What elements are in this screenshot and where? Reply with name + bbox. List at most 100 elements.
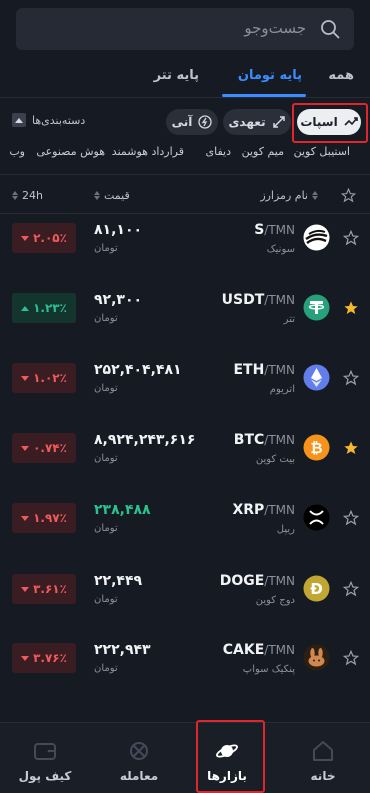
price-unit: تومان bbox=[94, 594, 118, 605]
category-stablecoin[interactable]: استیبل کوین bbox=[294, 145, 350, 158]
star-outline-icon[interactable] bbox=[342, 509, 360, 526]
nav-markets[interactable]: بازارها bbox=[192, 723, 262, 793]
ethereum-logo bbox=[303, 364, 330, 391]
pair-base: S bbox=[254, 222, 265, 238]
nav-trade[interactable]: معامله bbox=[104, 723, 174, 793]
sort-icon bbox=[94, 191, 100, 200]
change-value: ۲.۰۵٪ bbox=[33, 231, 67, 245]
price-unit: تومان bbox=[94, 383, 118, 394]
star-filled-icon[interactable] bbox=[343, 300, 359, 316]
change-value: ۱.۰۲٪ bbox=[33, 371, 67, 385]
trade-icon bbox=[130, 742, 148, 760]
change-badge: ۳.۷۶٪ bbox=[12, 643, 76, 673]
lightning-icon bbox=[198, 115, 213, 129]
pair-symbol: CAKE/TMN bbox=[223, 642, 295, 658]
arrow-down-icon bbox=[21, 445, 30, 451]
pair-symbol: BTC/TMN bbox=[234, 432, 295, 448]
pair-symbol: DOGE/TMN bbox=[220, 573, 295, 589]
category-defi[interactable]: دیفای bbox=[206, 145, 232, 158]
search-icon bbox=[321, 20, 340, 39]
sort-icon bbox=[12, 191, 18, 200]
star-outline-icon[interactable] bbox=[342, 649, 360, 666]
nav-wallet[interactable]: کیف پول bbox=[10, 723, 80, 793]
nav-trade-label: معامله bbox=[119, 769, 159, 783]
price-unit: تومان bbox=[94, 313, 118, 324]
bitcoin-logo: ₿ bbox=[303, 434, 330, 461]
column-name-label: نام رمزارز bbox=[260, 189, 308, 202]
categories-toggle-label: دسته‌بندی‌ها bbox=[32, 113, 86, 127]
price-value: ۲۲,۴۴۹ bbox=[94, 573, 143, 589]
pair-quote: /TMN bbox=[264, 643, 295, 657]
change-badge: ۱.۹۷٪ bbox=[12, 503, 76, 533]
svg-text:₿: ₿ bbox=[310, 439, 322, 457]
tabs-divider bbox=[0, 97, 370, 98]
pancakeswap-logo bbox=[303, 644, 330, 671]
coin-name: پنکیک سواپ bbox=[242, 664, 295, 675]
market-row[interactable]: ۱.۲۳٪ ۹۲,۳۰۰ تومان USDT/TMN تتر bbox=[0, 284, 370, 354]
coin-name: دوج کوین bbox=[255, 595, 295, 606]
tab-tether[interactable]: پایه تتر bbox=[154, 68, 199, 83]
coin-name: اتریوم bbox=[269, 384, 295, 395]
market-row[interactable]: ۱.۰۲٪ ۲۵۲,۴۰۴,۴۸۱ تومان ETH/TMN اتریوم bbox=[0, 354, 370, 424]
svg-text:Ð: Ð bbox=[310, 580, 323, 598]
column-change-header[interactable]: 24h bbox=[12, 189, 43, 202]
star-outline-icon[interactable] bbox=[342, 229, 360, 246]
price-value: ۹۲,۳۰۰ bbox=[94, 292, 143, 308]
pair-quote: /TMN bbox=[264, 433, 295, 447]
futures-label: تعهدی bbox=[228, 115, 266, 129]
dogecoin-logo: Ð bbox=[303, 575, 330, 602]
tab-toman[interactable]: پایه تومان bbox=[238, 68, 302, 83]
nav-home[interactable]: خانه bbox=[288, 723, 358, 793]
chevron-up-icon bbox=[12, 113, 26, 127]
pair-quote: /TMN bbox=[264, 503, 295, 517]
change-value: ۱.۹۷٪ bbox=[33, 511, 67, 525]
change-badge: ۱.۲۳٪ bbox=[12, 293, 76, 323]
arrow-down-icon bbox=[21, 586, 30, 592]
market-tabs: همه پایه تومان پایه تتر bbox=[0, 68, 370, 98]
tab-all[interactable]: همه bbox=[328, 68, 354, 83]
star-outline-icon[interactable] bbox=[341, 188, 356, 203]
column-price-label: قیمت bbox=[104, 189, 130, 202]
spot-label: اسپات bbox=[300, 115, 338, 129]
change-badge: ۰.۷۴٪ bbox=[12, 433, 76, 463]
category-ai[interactable]: هوش مصنوعی bbox=[36, 145, 105, 158]
pair-quote: /TMN bbox=[264, 363, 295, 377]
change-value: ۰.۷۴٪ bbox=[33, 441, 67, 455]
price-value: ۲۲۲,۹۴۳ bbox=[94, 642, 151, 658]
arrows-expand-icon bbox=[272, 116, 285, 128]
instant-filter-chip[interactable]: آنی bbox=[166, 109, 218, 135]
wallet-icon bbox=[34, 743, 56, 760]
star-outline-icon[interactable] bbox=[342, 580, 360, 597]
spot-filter-chip[interactable]: اسپات bbox=[297, 109, 361, 135]
pair-base: DOGE bbox=[219, 573, 265, 589]
market-row[interactable]: ۲.۰۵٪ ۸۱,۱۰۰ تومان S/TMN سونیک bbox=[0, 214, 370, 284]
market-row[interactable]: ۰.۷۴٪ ۸,۹۲۴,۲۴۳,۶۱۶ تومان BTC/TMN بیت کوین ₿ bbox=[0, 424, 370, 494]
nav-wallet-label: کیف پول bbox=[18, 769, 72, 783]
categories-toggle[interactable]: دسته‌بندی‌ها bbox=[12, 113, 85, 127]
column-name-header[interactable]: نام رمزارز bbox=[260, 189, 318, 202]
futures-filter-chip[interactable]: تعهدی bbox=[223, 109, 291, 135]
nav-home-label: خانه bbox=[310, 769, 336, 783]
market-row[interactable]: ۳.۷۶٪ ۲۲۲,۹۴۳ تومان CAKE/TMN پنکیک سواپ bbox=[0, 634, 370, 704]
market-row[interactable]: ۳.۶۱٪ ۲۲,۴۴۹ تومان DOGE/TMN دوج کوین Ð bbox=[0, 565, 370, 635]
category-smart-contract[interactable]: قرارداد هوشمند bbox=[112, 145, 184, 158]
market-row[interactable]: ۱.۹۷٪ ۲۳۸,۴۸۸ تومان XRP/TMN ریپل bbox=[0, 494, 370, 564]
pair-symbol: ETH/TMN bbox=[233, 362, 295, 378]
coin-name: سونیک bbox=[266, 244, 295, 255]
star-outline-icon[interactable] bbox=[342, 369, 360, 386]
category-web[interactable]: وب bbox=[9, 145, 25, 158]
pair-symbol: S/TMN bbox=[254, 222, 295, 238]
arrow-down-icon bbox=[21, 375, 30, 381]
search-input[interactable]: جست‌وجو bbox=[16, 8, 354, 50]
pair-base: BTC bbox=[233, 432, 265, 448]
nav-markets-label: بازارها bbox=[207, 769, 247, 783]
column-price-header[interactable]: قیمت bbox=[94, 189, 130, 202]
pair-base: XRP bbox=[232, 502, 265, 518]
sort-icon bbox=[312, 191, 318, 200]
category-meme[interactable]: میم کوین bbox=[242, 145, 284, 158]
xrp-logo bbox=[303, 504, 330, 531]
price-unit: تومان bbox=[94, 453, 118, 464]
pair-symbol: XRP/TMN bbox=[232, 502, 295, 518]
star-filled-icon[interactable] bbox=[343, 440, 359, 456]
coin-name: تتر bbox=[283, 314, 295, 325]
